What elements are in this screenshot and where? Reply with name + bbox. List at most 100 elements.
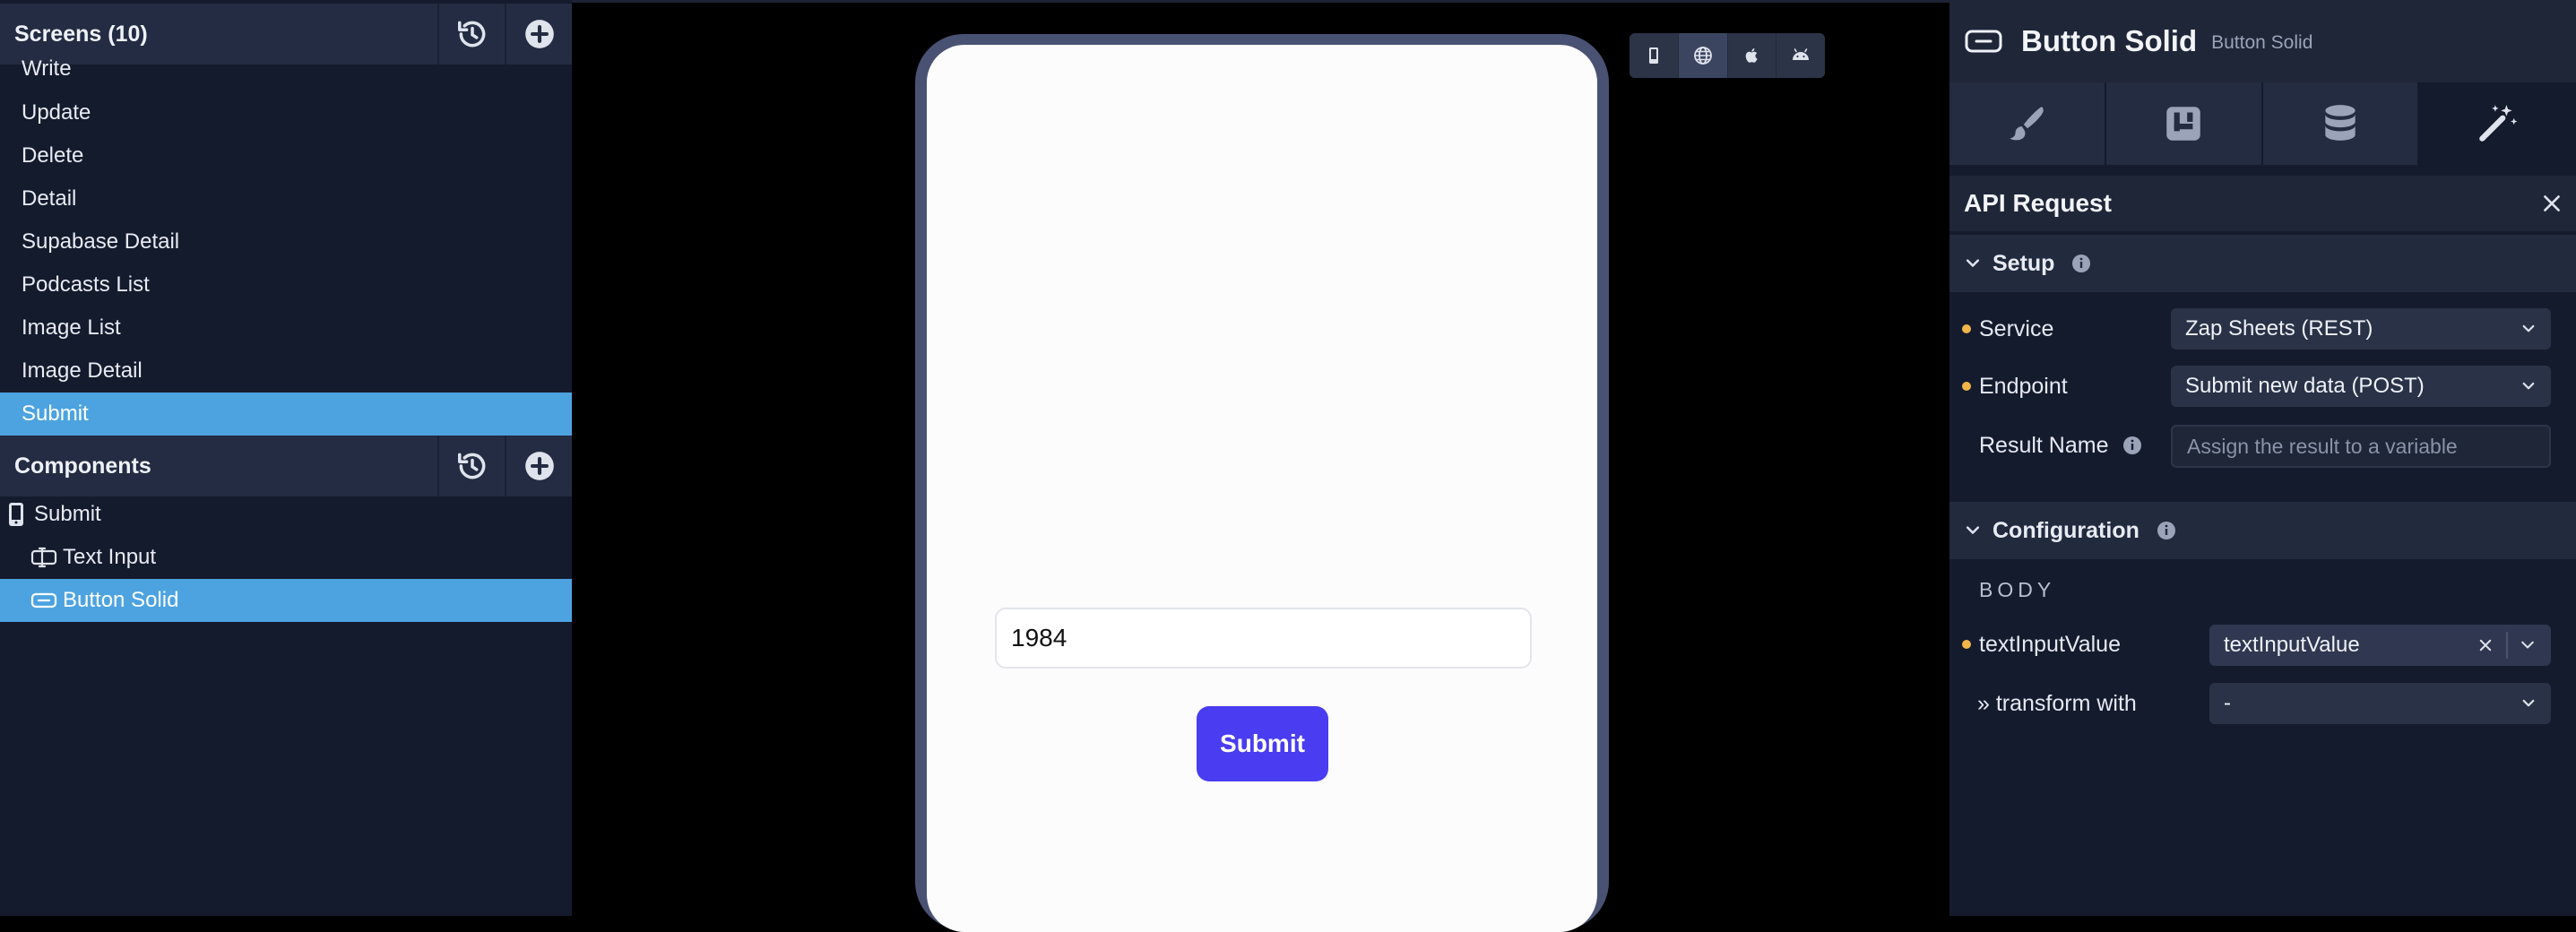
canvas-text-input[interactable]: 1984: [995, 608, 1532, 669]
history-icon: [457, 21, 485, 47]
button-icon: [1965, 30, 2002, 53]
setup-group-header[interactable]: Setup: [1949, 235, 2576, 292]
service-value: Zap Sheets (REST): [2185, 316, 2373, 341]
info-icon[interactable]: [2070, 253, 2092, 274]
component-item-submit[interactable]: Submit: [0, 493, 572, 536]
tab-layout[interactable]: [2105, 82, 2263, 165]
component-item-button-solid[interactable]: Button Solid: [0, 579, 572, 622]
layout-icon: [2166, 107, 2200, 141]
phone-screen: [927, 45, 1597, 932]
add-circle-icon: [524, 20, 554, 48]
chevron-down-icon: [2522, 699, 2535, 707]
info-icon[interactable]: [2156, 520, 2177, 541]
endpoint-label: Endpoint: [1979, 373, 2068, 399]
screen-item-label: Image Detail: [22, 358, 143, 383]
screen-item-label: Write: [22, 56, 72, 81]
info-icon[interactable]: [2122, 435, 2143, 456]
setup-title: Setup: [1993, 250, 2055, 276]
screen-item-label: Submit: [22, 401, 89, 426]
device-android-button[interactable]: [1776, 33, 1825, 78]
body-field-value-select[interactable]: textInputValue: [2209, 625, 2551, 666]
required-indicator: [1962, 382, 1971, 391]
api-request-title: API Request: [1964, 189, 2112, 217]
screen-item-delete[interactable]: Delete: [0, 134, 572, 177]
phone-icon: [9, 503, 23, 526]
screen-item-label: Supabase Detail: [22, 229, 180, 254]
button-icon: [30, 592, 57, 608]
screen-item-detail[interactable]: Detail: [0, 177, 572, 220]
clear-icon[interactable]: [2477, 637, 2494, 653]
tab-data[interactable]: [2262, 82, 2420, 165]
service-select[interactable]: Zap Sheets (REST): [2171, 308, 2551, 350]
service-label: Service: [1979, 315, 2054, 341]
device-web-button[interactable]: [1678, 33, 1728, 78]
transform-label: » transform with: [1977, 690, 2137, 716]
screen-item-write[interactable]: Write: [0, 48, 572, 90]
components-header: Components: [0, 436, 572, 496]
chevron-down-icon: [2522, 382, 2535, 390]
properties-header: Button Solid Button Solid: [1949, 0, 2576, 82]
screen-item-image-detail[interactable]: Image Detail: [0, 350, 572, 393]
chevron-down-icon: [2522, 324, 2535, 332]
android-icon: [1793, 48, 1810, 60]
required-indicator: [1962, 640, 1971, 649]
screen-item-podcasts-list[interactable]: Podcasts List: [0, 263, 572, 306]
device-mobile-button[interactable]: [1629, 33, 1679, 78]
screens-title: Screens (10): [14, 21, 148, 47]
add-circle-icon: [524, 452, 554, 480]
history-icon: [457, 453, 485, 479]
database-icon: [2325, 105, 2356, 141]
required-indicator: [1962, 324, 1971, 333]
divider: [2506, 632, 2508, 659]
api-request-header: API Request: [1949, 176, 2576, 231]
components-add-button[interactable]: [505, 436, 572, 496]
configuration-title: Configuration: [1993, 517, 2139, 543]
device-apple-button[interactable]: [1728, 33, 1777, 78]
apple-icon: [1746, 48, 1758, 63]
body-section-label: BODY: [1979, 578, 2056, 601]
components-history-button[interactable]: [437, 436, 505, 496]
close-icon[interactable]: [2540, 192, 2563, 215]
result-name-text: Result Name: [1979, 432, 2109, 458]
screen-item-label: Detail: [22, 186, 77, 211]
mobile-icon: [1648, 47, 1658, 64]
configuration-group-header[interactable]: Configuration: [1949, 502, 2576, 559]
chevron-down-icon: [1966, 526, 1980, 534]
screen-item-submit[interactable]: Submit: [0, 393, 572, 436]
body-field-value: textInputValue: [2224, 633, 2360, 657]
left-sidebar: Screens (10) Write Update Delete Detail …: [0, 0, 572, 916]
component-item-label: Submit: [34, 502, 101, 526]
tab-style[interactable]: [1949, 82, 2106, 165]
canvas-submit-button[interactable]: Submit: [1197, 706, 1328, 781]
text-input-icon: [30, 547, 57, 568]
endpoint-value: Submit new data (POST): [2185, 374, 2425, 398]
result-name-input[interactable]: Assign the result to a variable: [2171, 425, 2551, 468]
component-item-label: Text Input: [63, 545, 157, 569]
screen-item-image-list[interactable]: Image List: [0, 306, 572, 350]
screen-item-update[interactable]: Update: [0, 91, 572, 134]
screen-item-supabase-detail[interactable]: Supabase Detail: [0, 220, 572, 263]
component-title: Button Solid: [2021, 24, 2198, 57]
chevron-down-icon[interactable]: [2519, 636, 2537, 654]
result-name-label: Result Name: [1979, 430, 2143, 461]
transform-value: -: [2224, 691, 2231, 715]
component-subtitle: Button Solid: [2211, 32, 2313, 53]
magic-wand-icon: [2478, 105, 2518, 142]
screen-item-label: Podcasts List: [22, 272, 150, 297]
transform-select[interactable]: -: [2209, 683, 2551, 724]
endpoint-select[interactable]: Submit new data (POST): [2171, 366, 2551, 407]
component-item-text-input[interactable]: Text Input: [0, 536, 572, 579]
screen-item-label: Delete: [22, 143, 84, 168]
device-toggle-bar: [1629, 33, 1825, 78]
screen-item-label: Image List: [22, 315, 121, 340]
brush-icon: [2010, 107, 2044, 141]
component-item-label: Button Solid: [63, 588, 179, 612]
tab-actions[interactable]: [2419, 82, 2576, 165]
chevron-down-icon: [1966, 259, 1980, 267]
screen-item-label: Update: [22, 100, 91, 125]
properties-tabs: [1949, 82, 2576, 165]
web-icon: [1693, 47, 1712, 65]
body-field-label: textInputValue: [1979, 631, 2121, 657]
body-field-controls: [2477, 632, 2537, 659]
components-title: Components: [14, 453, 151, 479]
